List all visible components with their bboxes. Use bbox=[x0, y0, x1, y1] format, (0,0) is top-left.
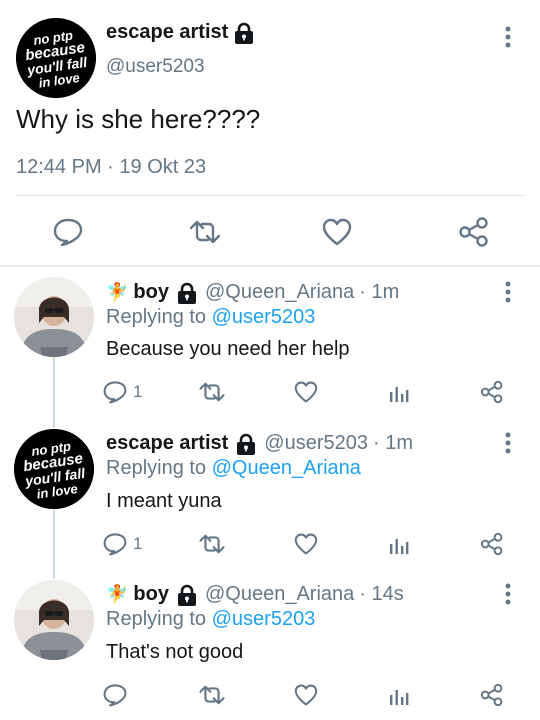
reply-1-reply-count: 1 bbox=[133, 382, 143, 401]
like-icon[interactable] bbox=[291, 681, 321, 709]
analytics-icon[interactable] bbox=[386, 378, 412, 406]
divider bbox=[16, 195, 525, 196]
reply-1-text: Because you need her help bbox=[106, 338, 350, 360]
reply-2-reply-button[interactable]: 1 bbox=[103, 530, 142, 558]
main-more-options-icon[interactable] bbox=[498, 22, 518, 52]
reply-2-age: · 1m bbox=[373, 432, 413, 454]
reply-2-header[interactable]: escape artist @user5203 · 1m bbox=[106, 432, 413, 455]
reply-3-text: That's not good bbox=[106, 641, 244, 663]
main-author-name: escape artist bbox=[106, 21, 229, 43]
reply-3-handle: @Queen_Ariana bbox=[204, 583, 355, 605]
replying-to-label: Replying to bbox=[106, 608, 207, 630]
reply-2-handle: @user5203 bbox=[264, 432, 368, 454]
retweet-icon[interactable] bbox=[196, 378, 228, 406]
main-timestamp: 12:44 PM · 19 Okt 23 bbox=[16, 156, 206, 179]
reply-1-mention[interactable]: @user5203 bbox=[212, 306, 316, 328]
reply-3-header[interactable]: 🧚 boy @Queen_Ariana · 14s bbox=[106, 583, 404, 606]
reply-icon bbox=[103, 683, 127, 707]
replying-to-label: Replying to bbox=[106, 457, 207, 479]
analytics-icon[interactable] bbox=[386, 530, 412, 558]
reply-2-mention[interactable]: @Queen_Ariana bbox=[212, 457, 361, 479]
reply-icon bbox=[103, 380, 127, 404]
reply-3-reply-button[interactable] bbox=[103, 681, 133, 709]
retweet-icon[interactable] bbox=[196, 530, 228, 558]
main-dot: · bbox=[107, 156, 114, 178]
reply-1-header[interactable]: 🧚 boy @Queen_Ariana · 1m bbox=[106, 281, 399, 304]
main-year: 23 bbox=[183, 156, 207, 178]
reply-1-more-options-icon[interactable] bbox=[498, 277, 518, 307]
like-icon[interactable] bbox=[291, 378, 321, 406]
main-author-handle[interactable]: @user5203 bbox=[106, 56, 205, 78]
main-date: 19 Okt bbox=[119, 156, 179, 178]
reply-1-handle: @Queen_Ariana bbox=[204, 281, 355, 303]
reply-3-replying-to: Replying to @user5203 bbox=[106, 608, 315, 631]
reply-2-author-name: escape artist bbox=[106, 432, 229, 454]
main-avatar[interactable]: no ptp because you'll fall in love bbox=[16, 18, 96, 98]
reply-2-avatar[interactable]: no ptp because you'll fall in love bbox=[14, 429, 94, 509]
reply-3-age: · 14s bbox=[359, 583, 404, 605]
replying-to-label: Replying to bbox=[106, 306, 207, 328]
reply-icon bbox=[103, 532, 127, 556]
reply-1-age: · 1m bbox=[359, 281, 400, 303]
reply-3-more-options-icon[interactable] bbox=[498, 579, 518, 609]
reply-1-author-name: boy bbox=[133, 281, 169, 303]
thread-line bbox=[53, 507, 55, 579]
reply-2-reply-count: 1 bbox=[133, 534, 143, 553]
lock-icon bbox=[177, 584, 197, 606]
main-time: 12:44 PM bbox=[16, 156, 102, 178]
retweet-icon[interactable] bbox=[185, 216, 225, 248]
like-icon[interactable] bbox=[319, 216, 355, 248]
reply-3-mention[interactable]: @user5203 bbox=[212, 608, 316, 630]
main-tweet-text: Why is she here???? bbox=[16, 104, 261, 134]
reply-icon[interactable] bbox=[50, 216, 86, 248]
analytics-icon[interactable] bbox=[386, 681, 412, 709]
reply-2-more-options-icon[interactable] bbox=[498, 428, 518, 458]
share-icon[interactable] bbox=[456, 214, 492, 250]
main-author-row[interactable]: escape artist bbox=[106, 21, 254, 44]
lock-icon bbox=[177, 282, 197, 304]
reply-2-replying-to: Replying to @Queen_Ariana bbox=[106, 457, 361, 480]
share-icon[interactable] bbox=[478, 680, 506, 710]
lock-icon bbox=[234, 22, 254, 44]
reply-1-avatar[interactable] bbox=[14, 277, 94, 357]
fairy-emoji: 🧚 bbox=[106, 282, 129, 302]
reply-1-reply-button[interactable]: 1 bbox=[103, 378, 142, 406]
share-icon[interactable] bbox=[478, 377, 506, 407]
reply-3-author-name: boy bbox=[133, 583, 169, 605]
retweet-icon[interactable] bbox=[196, 681, 228, 709]
reply-1-replying-to: Replying to @user5203 bbox=[106, 306, 315, 329]
thread-line bbox=[53, 356, 55, 428]
section-divider bbox=[0, 265, 540, 267]
like-icon[interactable] bbox=[291, 530, 321, 558]
lock-icon bbox=[236, 433, 256, 455]
fairy-emoji: 🧚 bbox=[106, 584, 129, 604]
share-icon[interactable] bbox=[478, 529, 506, 559]
reply-3-avatar[interactable] bbox=[14, 580, 94, 660]
reply-2-text: I meant yuna bbox=[106, 490, 222, 512]
